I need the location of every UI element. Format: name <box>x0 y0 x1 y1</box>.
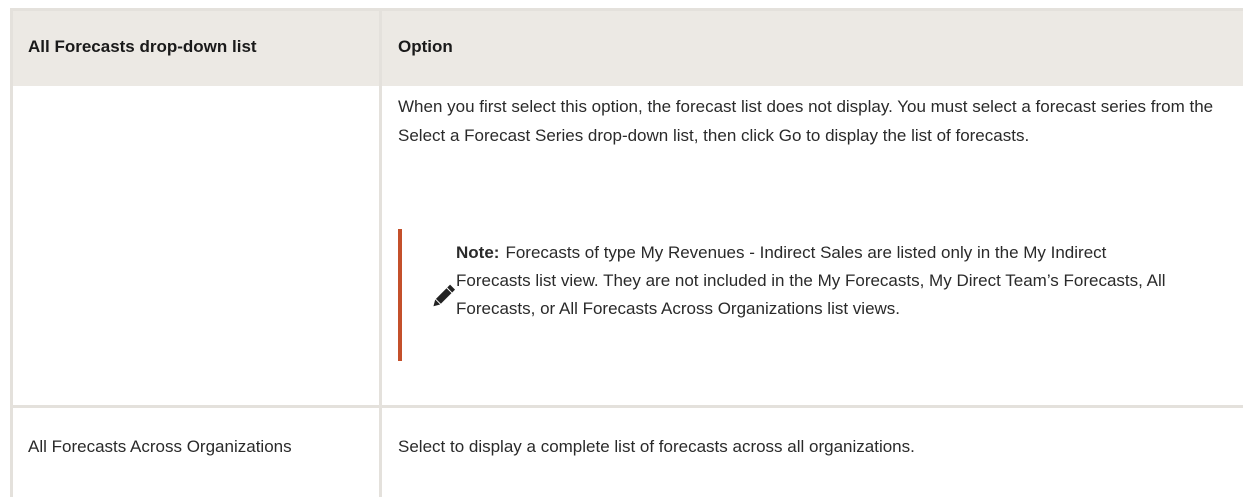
column-header-option: Option <box>398 37 453 56</box>
table-border-top <box>10 8 1243 11</box>
forecast-options-table: All Forecasts drop-down list Option When… <box>10 8 1243 497</box>
column-divider <box>379 8 382 497</box>
list-item-cell: All Forecasts Across Organizations <box>28 437 292 456</box>
row-divider <box>10 405 1243 408</box>
table-border-left <box>10 8 13 497</box>
note-text: Note: Forecasts of type My Revenues - Ind… <box>456 239 1176 323</box>
option-description: When you first select this option, the f… <box>398 97 1214 145</box>
column-header-list: All Forecasts drop-down list <box>28 37 257 56</box>
pencil-icon <box>428 281 458 311</box>
option-description: Select to display a complete list of for… <box>398 437 915 456</box>
note-callout: Note: Forecasts of type My Revenues - Ind… <box>398 229 1238 361</box>
table-header-row: All Forecasts drop-down list Option <box>10 8 1243 86</box>
note-body: Forecasts of type My Revenues - Indirect… <box>456 243 1166 318</box>
note-accent-bar <box>398 229 402 361</box>
note-label: Note: <box>456 243 500 262</box>
